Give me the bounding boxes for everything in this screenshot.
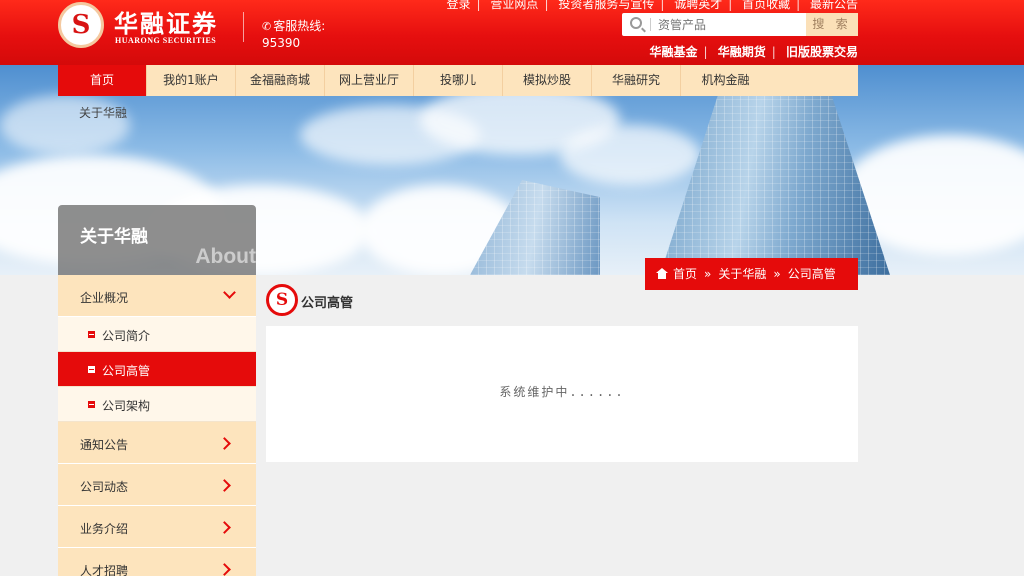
nav-institutional[interactable]: 机构金融 — [681, 65, 770, 96]
old-trading-link[interactable]: 旧版股票交易 — [786, 45, 858, 59]
brand-name: 华融证券 — [114, 9, 218, 38]
nav-mall[interactable]: 金福融商城 — [236, 65, 325, 96]
sidebar-item-label: 通知公告 — [80, 438, 129, 452]
nav-online-hall[interactable]: 网上营业厅 — [325, 65, 414, 96]
sidebar-item-label: 业务介绍 — [80, 522, 129, 536]
sidebar-item-notices[interactable]: 通知公告 — [58, 422, 256, 464]
sidebar-header: 关于华融 About — [58, 205, 256, 275]
hotline-number: 95390 — [262, 36, 301, 50]
main-navigation: 首页 我的1账户 金福融商城 网上营业厅 投哪儿 模拟炒股 华融研究 机构金融 — [58, 65, 858, 96]
bullet-icon — [88, 366, 95, 373]
chevron-down-icon — [223, 286, 236, 299]
sidebar-item-business[interactable]: 业务介绍 — [58, 506, 256, 548]
branch-link[interactable]: 营业网点 — [490, 0, 538, 11]
top-links: 登录 | 营业网点 | 投资者服务与宣传 | 诚聘英才 | 首页收藏 | 最新公告 — [447, 0, 858, 12]
breadcrumb: 首页 » 关于华融 » 公司高管 — [645, 258, 858, 290]
sub-links: 华融基金 | 华融期货 | 旧版股票交易 — [649, 45, 858, 59]
home-icon — [656, 268, 668, 279]
nav-research[interactable]: 华融研究 — [592, 65, 681, 96]
sidebar-item-recruitment[interactable]: 人才招聘 — [58, 548, 256, 576]
latest-notice-link[interactable]: 最新公告 — [810, 0, 858, 11]
sidebar-item-news[interactable]: 公司动态 — [58, 464, 256, 506]
futures-link[interactable]: 华融期货 — [718, 45, 766, 59]
sidebar-item-label: 企业概况 — [80, 291, 129, 305]
hotline-label: 客服热线: — [273, 19, 326, 33]
site-header: S 华融证券 HUARONG SECURITIES ✆ 客服热线: 95390 登… — [0, 0, 1024, 65]
breadcrumb-current: 公司高管 — [787, 267, 836, 281]
maintenance-message: 系统维护中...... — [499, 385, 625, 399]
sidebar-subitem-executives[interactable]: 公司高管 — [58, 352, 256, 387]
investor-service-link[interactable]: 投资者服务与宣传 — [558, 0, 654, 11]
search-icon — [630, 17, 642, 29]
sidebar-menu: 企业概况 公司简介 公司高管 公司架构 通知公告 公司动态 业务介绍 人才招聘 — [58, 275, 256, 576]
login-link[interactable]: 登录 — [447, 0, 471, 11]
content-panel: 系统维护中...... — [266, 326, 858, 462]
nav-tounaer[interactable]: 投哪儿 — [414, 65, 503, 96]
chevron-right-icon — [218, 521, 231, 534]
search-button[interactable]: 搜 索 — [806, 13, 858, 36]
careers-link[interactable]: 诚聘英才 — [674, 0, 722, 11]
huarong-logo[interactable]: S 华融证券 HUARONG SECURITIES — [58, 2, 228, 48]
chevron-right-icon — [218, 479, 231, 492]
header-divider — [243, 12, 244, 42]
sidebar-subitem-profile[interactable]: 公司简介 — [58, 317, 256, 352]
breadcrumb-about[interactable]: 关于华融 — [718, 267, 766, 281]
bookmark-link[interactable]: 首页收藏 — [742, 0, 790, 11]
sidebar-item-label: 人才招聘 — [80, 564, 129, 576]
building-right — [660, 75, 890, 275]
breadcrumb-home[interactable]: 首页 — [673, 267, 697, 281]
sidebar-subitem-label: 公司简介 — [102, 329, 151, 343]
sidebar-subitem-structure[interactable]: 公司架构 — [58, 387, 256, 422]
bullet-icon — [88, 331, 95, 338]
phone-icon: ✆ — [262, 20, 272, 33]
brand-name-en: HUARONG SECURITIES — [115, 36, 217, 45]
search-box: 搜 索 — [622, 13, 858, 36]
chevron-right-icon — [218, 563, 231, 576]
fund-link[interactable]: 华融基金 — [649, 45, 697, 59]
title-logo-icon: S — [266, 284, 298, 316]
nav-home[interactable]: 首页 — [58, 65, 147, 96]
sidebar-subitem-label: 公司架构 — [102, 399, 151, 413]
search-separator — [650, 18, 651, 31]
nav-my-account[interactable]: 我的1账户 — [147, 65, 236, 96]
nav-simulated-trading[interactable]: 模拟炒股 — [503, 65, 592, 96]
hotline: ✆ 客服热线: 95390 — [262, 18, 325, 52]
bullet-icon — [88, 401, 95, 408]
search-input[interactable] — [658, 15, 806, 34]
breadcrumb-separator: » — [704, 267, 712, 281]
sidebar-subitem-label: 公司高管 — [102, 364, 151, 378]
section-label: 关于华融 — [79, 106, 128, 120]
logo-mark-icon: S — [58, 2, 104, 48]
breadcrumb-separator: » — [773, 267, 781, 281]
chevron-right-icon — [218, 437, 231, 450]
sidebar-title-en: About — [195, 245, 256, 268]
sidebar-item-company-overview[interactable]: 企业概况 — [58, 275, 256, 317]
page-title: 公司高管 — [301, 296, 354, 311]
sidebar-title: 关于华融 — [80, 227, 148, 247]
sidebar-item-label: 公司动态 — [80, 480, 129, 494]
